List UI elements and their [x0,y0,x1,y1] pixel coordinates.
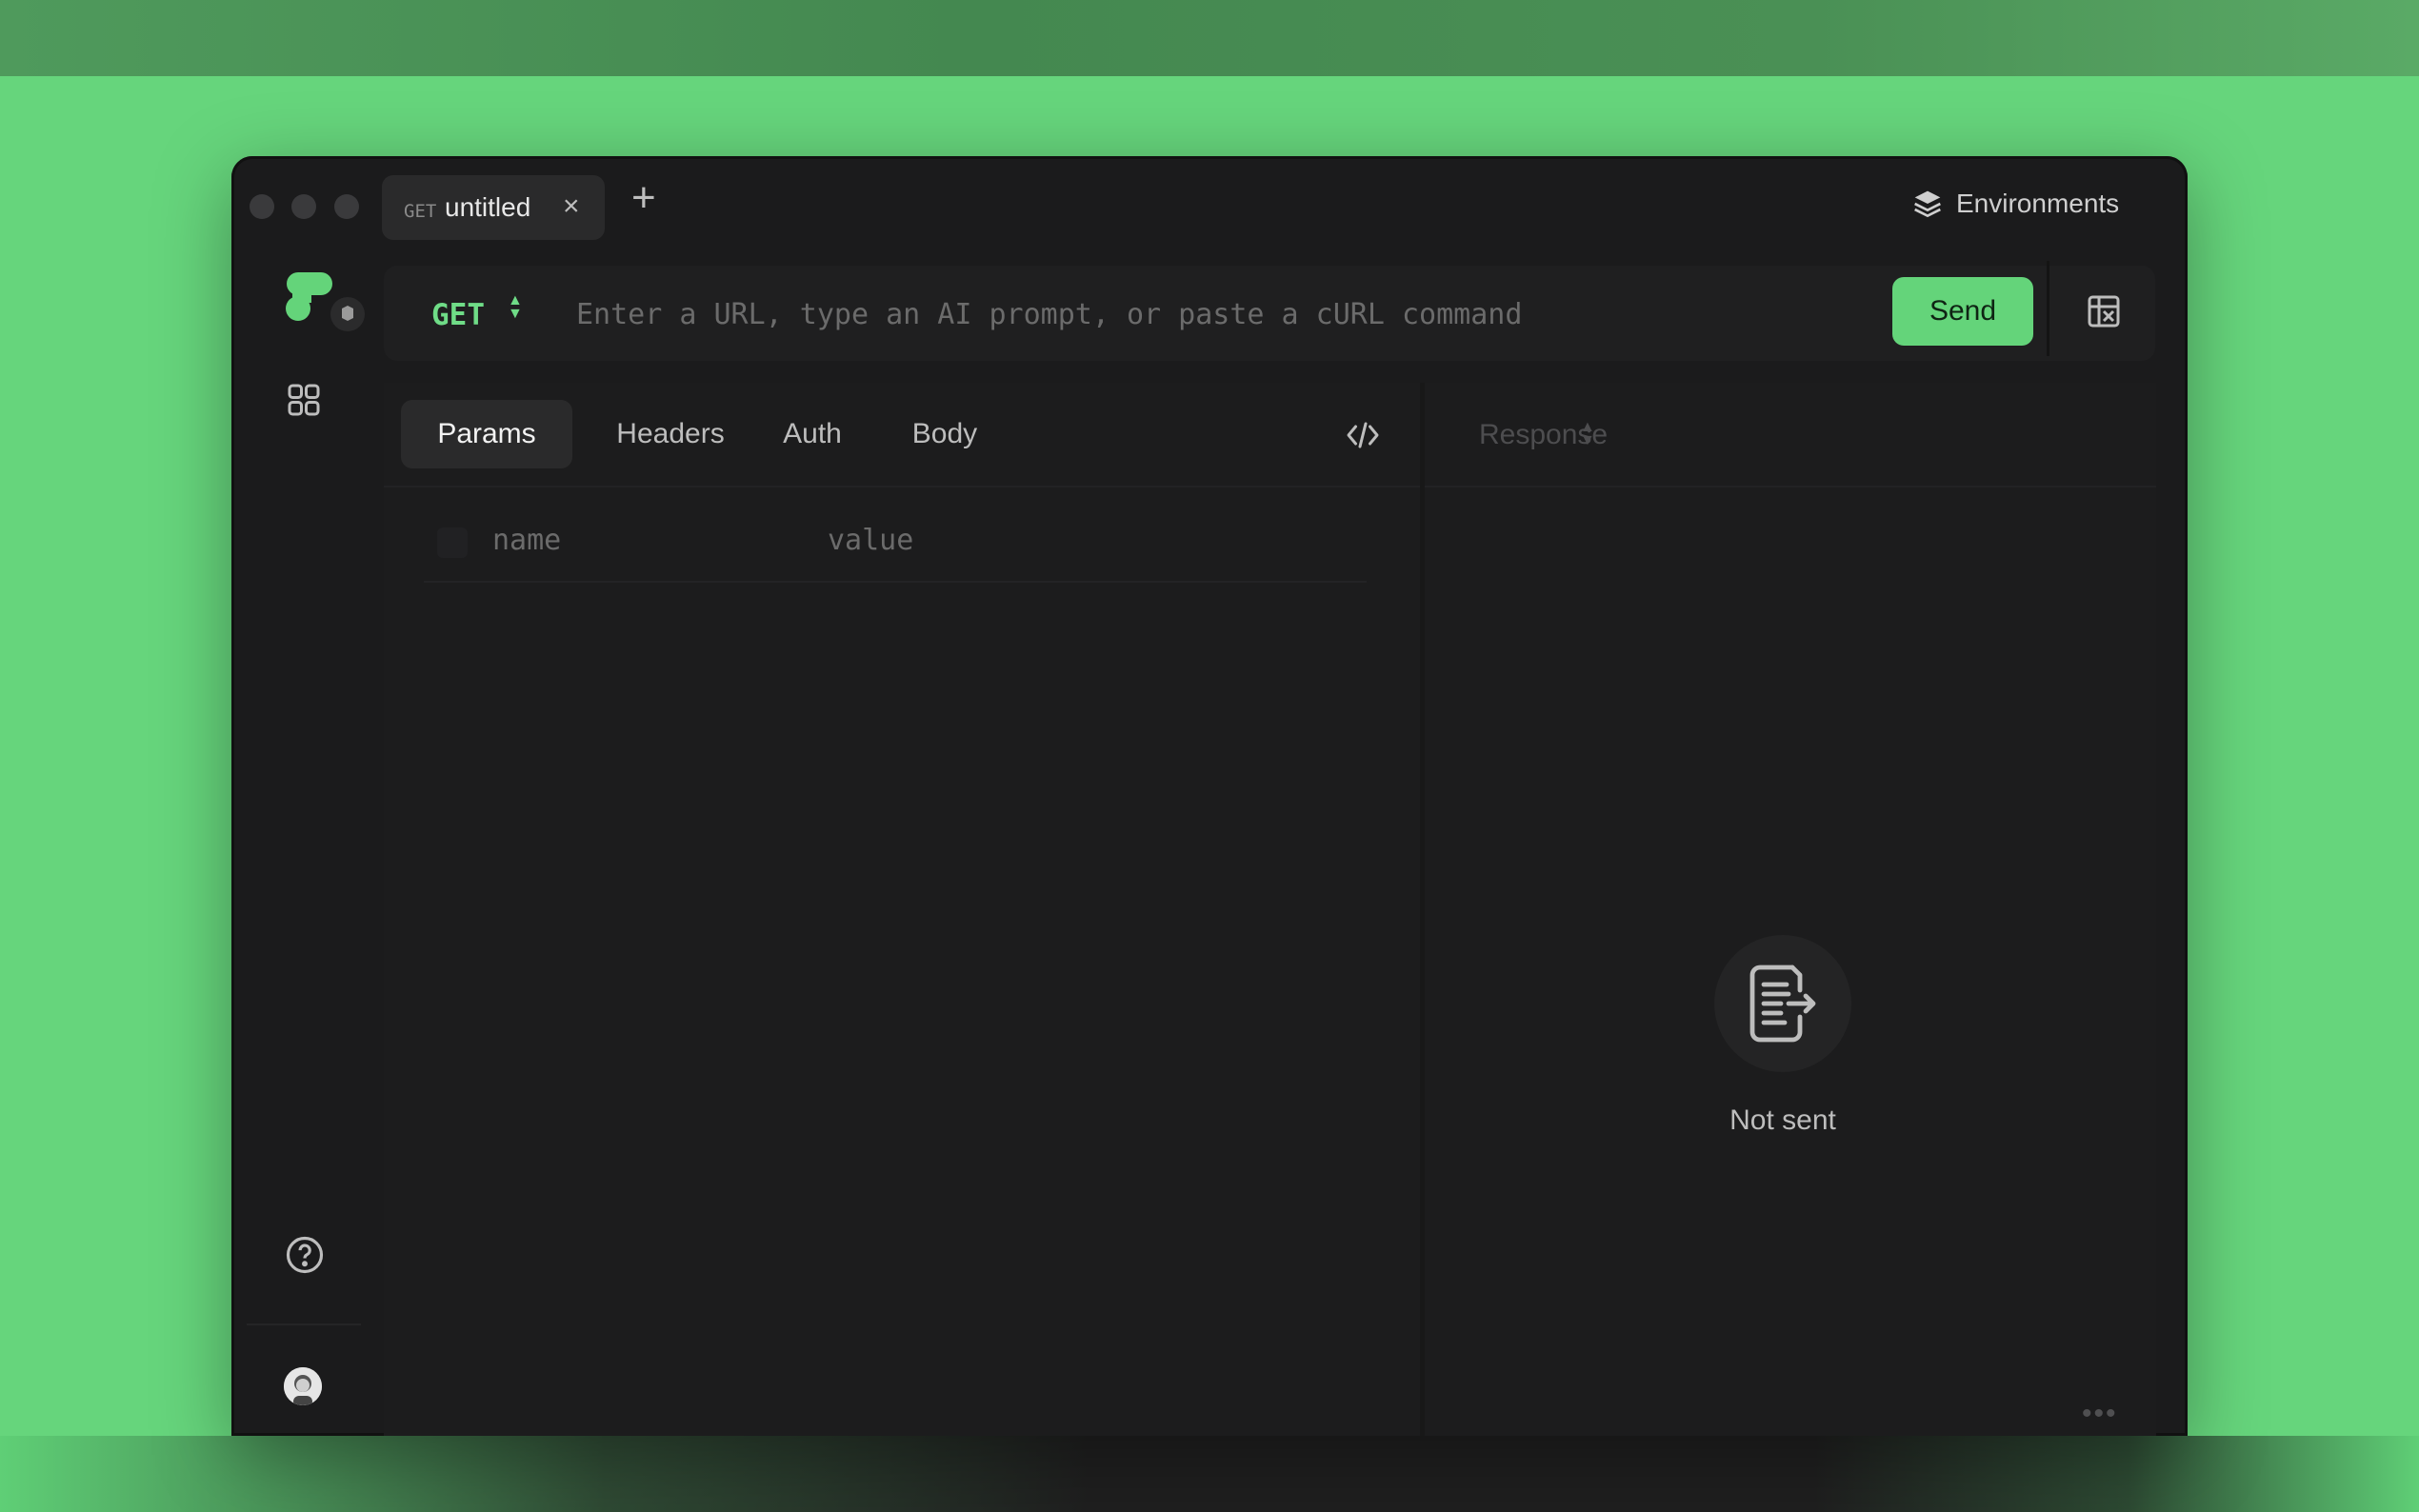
response-status-text: Not sent [1729,1104,1836,1136]
method-chevron-icon[interactable]: ▲ ▼ [508,293,523,322]
layers-icon [1914,190,1941,218]
param-value-input[interactable]: value [828,524,913,557]
param-checkbox[interactable] [437,527,468,558]
tab-method-label: GET [404,201,437,222]
close-tab-icon[interactable]: × [563,190,580,223]
background-top-band [0,0,2419,76]
app-logo-icon[interactable] [281,269,370,340]
toolbar-divider [2047,261,2049,356]
url-bar: GET ▲ ▼ [384,266,2155,361]
grid-icon[interactable] [285,381,323,424]
sidebar-divider [247,1323,361,1325]
code-icon[interactable] [1346,421,1380,454]
environments-button[interactable]: Environments [1912,189,2119,219]
tab-body[interactable]: Body [883,400,1007,468]
request-tab[interactable]: GET untitled × [382,175,605,240]
new-tab-button[interactable]: + [631,177,656,219]
tab-params[interactable]: Params [401,400,572,468]
method-selector[interactable]: GET [431,298,485,332]
response-header: Response ▲ ▼ [1425,383,2156,487]
url-input[interactable] [574,288,1892,340]
tab-title: untitled [445,192,531,222]
avatar[interactable] [284,1367,322,1405]
help-icon[interactable] [285,1235,325,1280]
document-arrow-icon [1714,935,1851,1072]
param-row: name value [424,524,1367,583]
tab-headers[interactable]: Headers [591,400,750,468]
request-panel: Params Headers Auth Body name value [384,383,1420,1436]
environments-label: Environments [1956,189,2120,218]
window-minimize-button[interactable] [291,194,316,219]
param-name-input[interactable]: name [492,524,561,557]
response-chevron-icon[interactable]: ▲ ▼ [1580,420,1595,448]
app-window: GET untitled × + Environments GET ▲ ▼ En… [231,156,2188,1436]
send-button[interactable]: Send [1892,277,2033,346]
window-zoom-button[interactable] [334,194,359,219]
request-tabs: Params Headers Auth Body [384,383,1420,487]
tab-auth[interactable]: Auth [765,400,860,468]
more-options-icon[interactable]: ••• [2082,1398,2118,1430]
background-bottom-band [0,1436,2419,1512]
response-panel: Response ▲ ▼ Not sent ••• [1425,383,2156,1436]
snapshot-icon[interactable] [2085,292,2123,335]
window-close-button[interactable] [250,194,274,219]
